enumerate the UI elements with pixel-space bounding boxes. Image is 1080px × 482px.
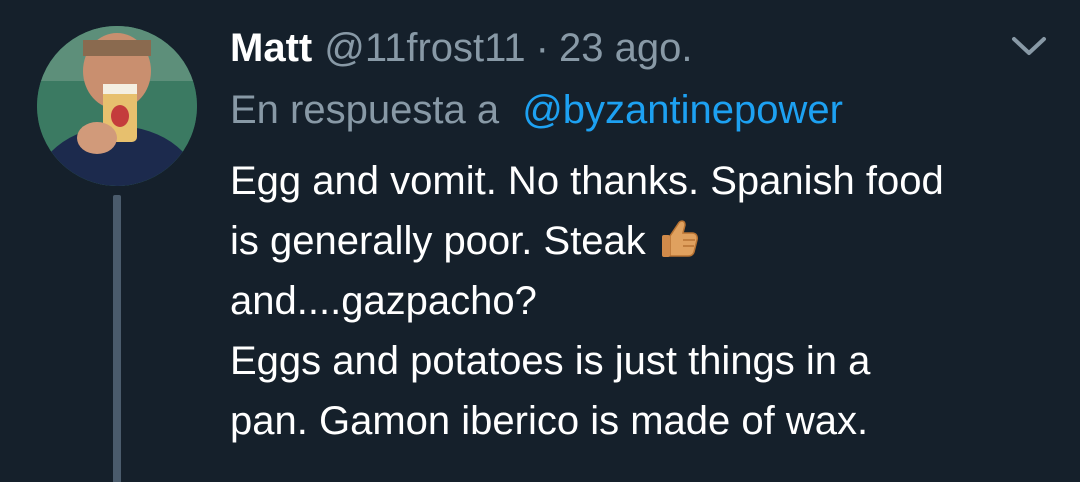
thread-connector-line	[113, 195, 121, 482]
reply-prefix-label: En respuesta a	[230, 88, 500, 132]
reply-context: En respuesta a @byzantinepower	[230, 84, 843, 136]
tweet-text-line: and....gazpacho?	[230, 279, 537, 323]
avatar-photo	[37, 26, 197, 186]
tweet-date[interactable]: 23 ago.	[559, 22, 692, 74]
author-handle[interactable]: @11frost11	[324, 22, 525, 74]
tweet-text-line: is generally poor. Steak	[230, 219, 646, 263]
reply-mention-link[interactable]: @byzantinepower	[522, 88, 843, 132]
tweet-text: Egg and vomit. No thanks. Spanish food i…	[230, 151, 1060, 451]
avatar[interactable]	[37, 26, 197, 186]
thumbs-up-icon	[658, 216, 700, 260]
tweet-text-line: pan. Gamon iberico is made of wax.	[230, 399, 869, 443]
tweet-text-line: Egg and vomit. No thanks. Spanish food	[230, 159, 944, 203]
chevron-down-icon[interactable]	[1010, 34, 1048, 58]
tweet-text-line: Eggs and potatoes is just things in a	[230, 339, 871, 383]
author-name[interactable]: Matt	[230, 22, 312, 74]
tweet-text-line-with-emoji: is generally poor. Steak	[230, 211, 1060, 271]
tweet-header: Matt @11frost11 · 23 ago.	[230, 22, 692, 74]
header-separator: ·	[535, 26, 549, 70]
